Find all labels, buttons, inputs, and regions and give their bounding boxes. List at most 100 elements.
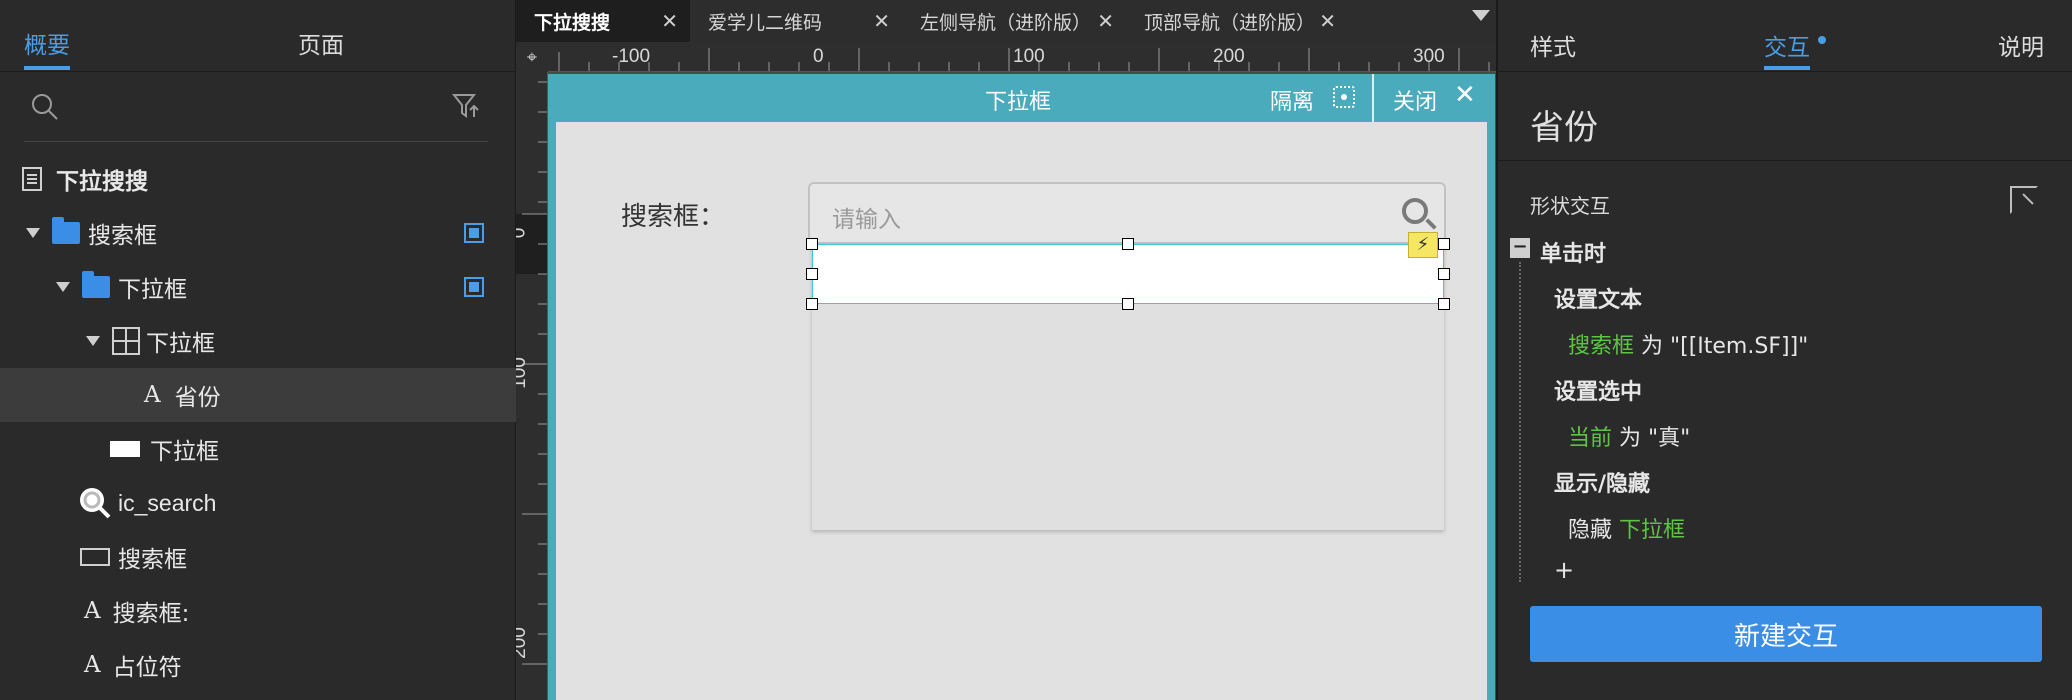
tree-item-label: 下拉框 xyxy=(150,439,219,465)
collapse-icon[interactable]: − xyxy=(1510,238,1530,258)
tree-item-label: 下拉框 xyxy=(118,277,187,303)
tree-item-label: 下拉搜搜 xyxy=(56,169,148,195)
resize-handle[interactable] xyxy=(806,238,818,250)
resize-handle[interactable] xyxy=(1122,298,1134,310)
search-input[interactable]: 请输入 xyxy=(808,182,1446,244)
resize-handle[interactable] xyxy=(806,268,818,280)
ruler-label: 200 xyxy=(516,627,530,659)
action-target: 搜索框 xyxy=(1568,334,1635,359)
selected-dropdown-row[interactable] xyxy=(812,244,1444,304)
tree-item-label: ic_search xyxy=(118,489,217,516)
ruler-label: 200 xyxy=(1213,46,1245,67)
lightning-icon[interactable]: ⚡ xyxy=(1408,232,1438,258)
expand-icon[interactable] xyxy=(2010,186,2038,214)
frame-content[interactable]: 搜索框： 请输入 ⚡ xyxy=(556,122,1487,700)
close-icon[interactable]: ✕ xyxy=(873,9,890,33)
page-icon xyxy=(22,167,42,191)
tree-item-textfield[interactable]: 搜索框 xyxy=(0,530,516,584)
search-icon[interactable] xyxy=(1402,198,1428,224)
doc-tab-label: 顶部导航（进阶版） xyxy=(1144,11,1316,34)
divider xyxy=(1498,160,2072,161)
isolate-button[interactable]: 隔离 xyxy=(1270,84,1314,116)
chevron-down-icon[interactable] xyxy=(1472,10,1490,21)
tree-item-province[interactable]: A 省份 xyxy=(0,368,516,422)
tab-interaction[interactable]: 交互 xyxy=(1764,28,1810,70)
action-prefix: 隐藏 xyxy=(1568,518,1619,543)
action-target: 下拉框 xyxy=(1619,518,1686,543)
tab-pages[interactable]: 页面 xyxy=(298,26,344,60)
action-detail[interactable]: 搜索框 为 "[[Item.SF]]" xyxy=(1568,328,1808,360)
doc-tab[interactable]: 左侧导航（进阶版） ✕ xyxy=(902,0,1126,42)
ruler-label: 0 xyxy=(813,46,824,67)
tree-item-folder-search[interactable]: 搜索框 xyxy=(0,206,516,260)
close-button[interactable]: 关闭 xyxy=(1393,84,1437,116)
tab-style[interactable]: 样式 xyxy=(1530,28,1576,62)
visibility-icon[interactable] xyxy=(464,277,484,297)
action-detail[interactable]: 当前 为 "真" xyxy=(1568,420,1690,452)
text-icon: A xyxy=(84,598,101,624)
tree-item-search-label[interactable]: A 搜索框: xyxy=(0,584,516,638)
action-target: 当前 xyxy=(1568,426,1613,451)
document-tabs: 下拉搜搜 ✕ 爱学儿二维码 ✕ 左侧导航（进阶版） ✕ 顶部导航（进阶版） ✕ xyxy=(516,0,1496,42)
tree-item-rectangle[interactable]: 下拉框 xyxy=(0,422,516,476)
doc-tab-label: 下拉搜搜 xyxy=(534,11,611,34)
component-edit-frame: 下拉框 隔离 关闭 ✕ 搜索框： 请输入 ⚡ xyxy=(548,74,1495,700)
tree-item-page[interactable]: 下拉搜搜 xyxy=(0,152,516,206)
filter-icon[interactable] xyxy=(452,92,480,120)
tab-outline[interactable]: 概要 xyxy=(24,26,70,70)
textfield-icon xyxy=(80,548,110,566)
action-detail[interactable]: 隐藏 下拉框 xyxy=(1568,512,1685,544)
doc-tab[interactable]: 爱学儿二维码 ✕ xyxy=(690,0,902,42)
tree-item-label: 省份 xyxy=(174,385,221,411)
action-title[interactable]: 设置文本 xyxy=(1554,282,1642,314)
close-icon[interactable]: ✕ xyxy=(661,9,678,33)
vertical-ruler: 0 100 200 xyxy=(516,72,548,700)
chevron-down-icon[interactable] xyxy=(86,336,100,346)
shape-name[interactable]: 省份 xyxy=(1530,100,1598,149)
add-action-button[interactable]: + xyxy=(1554,556,1574,584)
close-icon[interactable]: ✕ xyxy=(1454,80,1476,110)
chevron-down-icon[interactable] xyxy=(56,282,70,292)
isolate-icon[interactable] xyxy=(1333,86,1355,108)
tree-item-repeater[interactable]: 下拉框 xyxy=(0,314,516,368)
doc-tab-active[interactable]: 下拉搜搜 ✕ xyxy=(516,0,690,42)
visibility-icon[interactable] xyxy=(464,223,484,243)
search-icon[interactable] xyxy=(30,92,60,122)
status-dot xyxy=(1818,36,1826,44)
ruler-label: 100 xyxy=(516,357,530,389)
crosshair-icon[interactable]: ⌖ xyxy=(516,42,548,72)
tree-item-label: 搜索框 xyxy=(88,223,157,249)
outline-panel: 概要 页面 下拉搜搜 搜索框 下拉框 下拉框 A 省份 下拉框 ic_searc… xyxy=(0,0,516,700)
resize-handle[interactable] xyxy=(1438,238,1450,250)
resize-handle[interactable] xyxy=(1438,268,1450,280)
new-interaction-button[interactable]: 新建交互 xyxy=(1530,606,2042,662)
ruler-label: 0 xyxy=(516,228,530,239)
tab-notes[interactable]: 说明 xyxy=(1998,28,2044,62)
tree-item-ic-search[interactable]: ic_search xyxy=(0,476,516,530)
inspector-tabs: 样式 交互 说明 xyxy=(1498,0,2072,72)
design-canvas[interactable]: 下拉框 隔离 关闭 ✕ 搜索框： 请输入 ⚡ xyxy=(548,72,1496,700)
resize-handle[interactable] xyxy=(1122,238,1134,250)
rectangle-icon xyxy=(110,441,140,457)
text-icon: A xyxy=(144,382,161,408)
doc-tab[interactable]: 顶部导航（进阶版） ✕ xyxy=(1126,0,1348,42)
action-title[interactable]: 设置选中 xyxy=(1554,374,1642,406)
horizontal-ruler: -100 0 100 200 300 xyxy=(548,42,1496,72)
chevron-down-icon[interactable] xyxy=(26,228,40,238)
search-label: 搜索框： xyxy=(621,202,726,232)
divider xyxy=(1372,74,1374,122)
doc-tab-label: 左侧导航（进阶版） xyxy=(920,11,1092,34)
event-label[interactable]: 单击时 xyxy=(1540,236,1606,268)
tree-item-label: 搜索框: xyxy=(112,601,190,627)
folder-icon xyxy=(52,217,80,244)
image-icon xyxy=(80,488,111,519)
tree-connector xyxy=(1519,262,1521,582)
resize-handle[interactable] xyxy=(806,298,818,310)
tree-item-placeholder[interactable]: A 占位符 xyxy=(0,638,516,692)
resize-handle[interactable] xyxy=(1438,298,1450,310)
close-icon[interactable]: ✕ xyxy=(1097,9,1114,33)
close-icon[interactable]: ✕ xyxy=(1319,9,1336,33)
action-title[interactable]: 显示/隐藏 xyxy=(1554,466,1650,498)
tree-item-folder-dropdown[interactable]: 下拉框 xyxy=(0,260,516,314)
outline-search-bar xyxy=(0,72,516,142)
